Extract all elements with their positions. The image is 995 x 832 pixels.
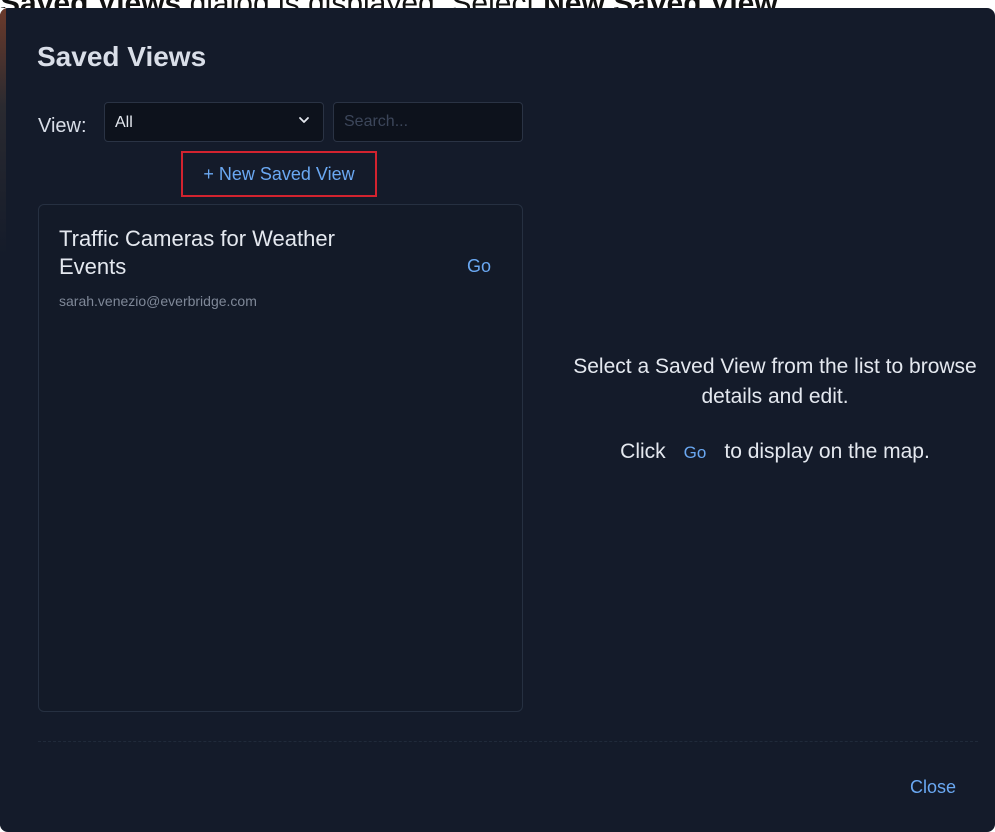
help-text-select: Select a Saved View from the list to bro… bbox=[573, 355, 977, 408]
instruction-caption: Saved Views dialog is displayed. Select … bbox=[0, 0, 995, 8]
dialog-title: Saved Views bbox=[37, 41, 207, 72]
saved-views-dialog: Saved Views View: All + New Saved View T… bbox=[0, 8, 995, 832]
saved-views-list: Traffic Cameras for Weather Events sarah… bbox=[38, 204, 523, 712]
view-filter-label: View: bbox=[38, 115, 87, 137]
caption-emphasis: New Saved View. bbox=[543, 0, 785, 8]
close-button[interactable]: Close bbox=[910, 777, 956, 798]
chevron-down-icon bbox=[299, 117, 309, 123]
go-button[interactable]: Go bbox=[467, 256, 491, 277]
view-filter-value: All bbox=[115, 114, 133, 131]
dialog-left-edge bbox=[0, 8, 6, 832]
view-filter-select[interactable]: All bbox=[104, 102, 324, 142]
help-click-label: Click bbox=[620, 440, 666, 463]
search-input[interactable] bbox=[333, 102, 523, 142]
list-item[interactable]: Traffic Cameras for Weather Events sarah… bbox=[39, 205, 522, 315]
new-saved-view-button[interactable]: + New Saved View bbox=[181, 151, 377, 197]
help-go-label: Go bbox=[683, 443, 707, 462]
help-display-label: to display on the map. bbox=[724, 440, 930, 463]
help-text-go: Click Go to display on the map. bbox=[565, 440, 985, 464]
caption-middle: dialog is displayed. Select bbox=[181, 0, 543, 8]
saved-view-title: Traffic Cameras for Weather Events bbox=[59, 226, 335, 279]
saved-view-owner: sarah.venezio@everbridge.com bbox=[59, 293, 257, 309]
caption-prefix: Saved Views bbox=[0, 0, 181, 8]
footer-divider bbox=[38, 741, 978, 742]
